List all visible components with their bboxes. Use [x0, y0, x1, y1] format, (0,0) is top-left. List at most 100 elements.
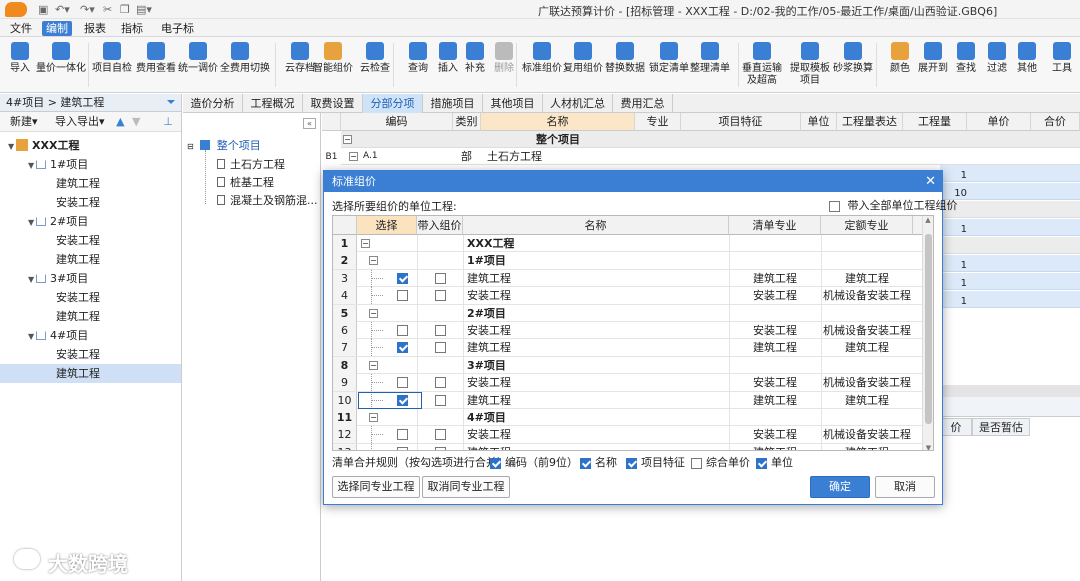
ok-button[interactable]: 确定	[810, 476, 870, 498]
scrollbar-thumb[interactable]	[925, 234, 932, 424]
include-all-checkbox[interactable]	[829, 200, 840, 212]
bring-pricing-checkbox[interactable]	[435, 342, 446, 354]
grid-header-expr[interactable]: 工程量表达式	[837, 113, 903, 146]
ribbon-button[interactable]: 删除	[484, 40, 524, 92]
table-header-bring[interactable]: 带入组价	[417, 216, 463, 235]
project-tree-item[interactable]: 建筑工程	[0, 174, 181, 193]
bring-pricing-checkbox[interactable]	[435, 429, 446, 441]
merge-option[interactable]: 名称	[580, 456, 617, 470]
grid-header-qty[interactable]: 工程量	[903, 113, 967, 131]
merge-option[interactable]: 综合单价	[691, 456, 750, 470]
tab-2[interactable]: 取费设置	[303, 94, 363, 113]
project-tree-item[interactable]: 建筑工程	[0, 364, 181, 383]
table-row[interactable]: 5−2#项目	[333, 304, 923, 322]
select-checkbox[interactable]	[397, 446, 408, 450]
ribbon-button[interactable]: 项目自检	[92, 40, 132, 92]
section-tree-item[interactable]: 土石方工程	[217, 156, 285, 174]
table-header-quota-major[interactable]: 定额专业	[821, 216, 913, 235]
collapse-icon[interactable]: −	[361, 239, 370, 248]
table-row[interactable]: 1− XXX工程	[333, 235, 923, 253]
table-row[interactable]: 7 建筑工程 建筑工程 建筑工程	[333, 339, 923, 357]
copy-icon[interactable]: ❐	[120, 3, 130, 16]
expand-arrow-icon[interactable]: ▼	[28, 270, 36, 289]
tab-7[interactable]: 费用汇总	[613, 94, 673, 113]
tab-6[interactable]: 人材机汇总	[543, 94, 613, 113]
merge-option[interactable]: 单位	[756, 456, 793, 470]
ribbon-button[interactable]: 复用组价	[563, 40, 603, 92]
merge-option[interactable]: 项目特征	[626, 456, 685, 470]
collapse-icon[interactable]: −	[349, 152, 358, 161]
table-header-name[interactable]: 名称	[463, 216, 729, 235]
ribbon-button[interactable]: 智能组价	[313, 40, 353, 92]
ribbon-button[interactable]: 整理清单	[690, 40, 730, 92]
section-tree-item[interactable]: 混凝土及钢筋混...	[217, 192, 318, 210]
expand-arrow-icon[interactable]: ▼	[28, 156, 36, 175]
ribbon-button[interactable]: 工具	[1042, 40, 1080, 92]
select-checkbox[interactable]	[397, 377, 408, 389]
table-row[interactable]: 6 安装工程 安装工程 机械设备安装工程	[333, 322, 923, 340]
chevron-down-icon[interactable]	[167, 100, 175, 108]
save-icon[interactable]: ▣	[38, 3, 48, 16]
new-button[interactable]: 新建▾	[10, 115, 38, 128]
undo-icon[interactable]: ↶▾	[55, 3, 70, 16]
table-header-bill-major[interactable]: 清单专业	[729, 216, 821, 235]
table-header-select[interactable]: 选择	[357, 216, 417, 235]
scroll-up-icon[interactable]: ▲	[923, 216, 933, 224]
project-tree-item[interactable]: 安装工程	[0, 288, 181, 307]
ribbon-button[interactable]: 全费用切换	[220, 40, 270, 92]
select-checkbox[interactable]	[397, 342, 408, 354]
project-tree-item[interactable]: ▼ 3#项目	[0, 269, 181, 288]
close-icon[interactable]: ✕	[925, 171, 936, 192]
import-export-button[interactable]: 导入导出▾	[55, 115, 105, 128]
tab-5[interactable]: 其他项目	[483, 94, 543, 113]
cut-icon[interactable]: ✂	[103, 3, 112, 16]
table-row[interactable]: 8−3#项目	[333, 356, 923, 375]
merge-option-checkbox[interactable]	[691, 457, 702, 469]
ribbon-button[interactable]: 云检查	[355, 40, 395, 92]
collapse-icon[interactable]: ⊟	[187, 142, 194, 151]
bring-pricing-checkbox[interactable]	[435, 290, 446, 302]
menu-item[interactable]: 报表	[80, 21, 110, 36]
ribbon-button[interactable]: 费用查看	[136, 40, 176, 92]
menu-item[interactable]: 电子标	[157, 21, 198, 36]
tab-3[interactable]: 分部分项	[363, 94, 423, 113]
collapse-panel-button[interactable]: «	[303, 118, 316, 129]
expand-arrow-icon[interactable]: ▼	[28, 327, 36, 346]
merge-option-checkbox[interactable]	[756, 457, 767, 469]
select-checkbox[interactable]	[397, 290, 408, 302]
collapse-icon[interactable]: −	[369, 308, 378, 318]
bring-pricing-checkbox[interactable]	[435, 272, 446, 284]
merge-option-checkbox[interactable]	[626, 457, 637, 469]
merge-option[interactable]: 编码（前9位）	[490, 456, 578, 470]
cancel-button[interactable]: 取消	[875, 476, 935, 498]
grid-header-total[interactable]: 合价	[1031, 113, 1080, 131]
expand-arrow-icon[interactable]: ▼	[8, 137, 16, 156]
bring-pricing-checkbox[interactable]	[435, 377, 446, 389]
ribbon-button[interactable]: 砂浆换算	[833, 40, 873, 92]
merge-option-checkbox[interactable]	[490, 457, 501, 469]
bring-pricing-checkbox[interactable]	[435, 446, 446, 450]
grid-header-type[interactable]: 类别	[453, 113, 481, 131]
project-tree-item[interactable]: 安装工程	[0, 345, 181, 364]
table-row[interactable]: 9 安装工程 安装工程 机械设备安装工程	[333, 374, 923, 392]
grid-header-code[interactable]: 编码	[341, 113, 453, 131]
paste-icon[interactable]: ▤▾	[136, 3, 152, 16]
ribbon-button[interactable]: 提取模板 项目	[790, 40, 830, 92]
ribbon-button[interactable]: 替换数据	[605, 40, 645, 92]
grid-header-unit[interactable]: 单位	[801, 113, 837, 131]
scroll-down-icon[interactable]: ▼	[923, 444, 933, 450]
grid-row-b1[interactable]: − A.1 部 土石方工程	[341, 148, 1080, 165]
grid-row[interactable]	[940, 237, 1080, 254]
section-tree-item[interactable]: ⊟ 整个项目	[187, 137, 261, 155]
pin-icon[interactable]: ⊥	[163, 112, 173, 132]
project-tree-item[interactable]: 安装工程	[0, 231, 181, 250]
table-row[interactable]: 3 建筑工程 建筑工程 建筑工程	[333, 269, 923, 288]
move-up-icon[interactable]: ▲	[116, 115, 124, 128]
tab-4[interactable]: 措施项目	[423, 94, 483, 113]
section-tree-item[interactable]: 桩基工程	[217, 174, 274, 192]
ribbon-button[interactable]: 锁定清单	[649, 40, 689, 92]
select-checkbox[interactable]	[397, 272, 408, 284]
bring-pricing-checkbox[interactable]	[435, 394, 446, 406]
select-same-major-button[interactable]: 选择同专业工程	[332, 476, 420, 498]
grid-header-name[interactable]: 名称	[481, 113, 635, 131]
